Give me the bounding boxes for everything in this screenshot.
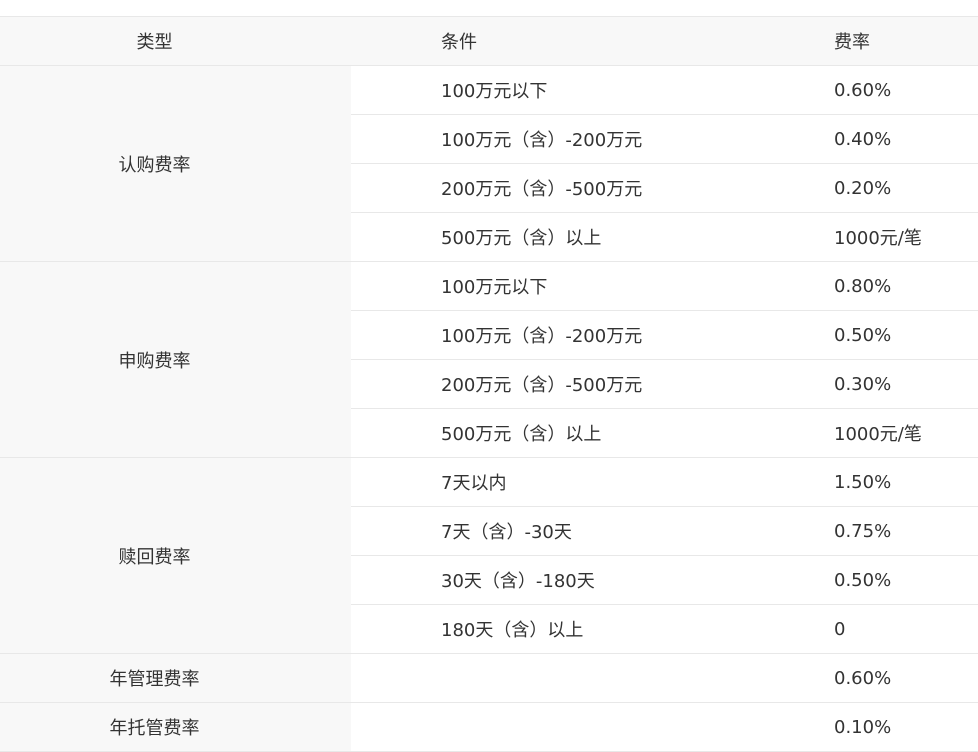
rate-cell: 0.40% — [744, 114, 978, 164]
fee-table-container: 类型 条件 费率 认购费率 100万元以下 0.60% 100万元（含）-200万元 0… — [0, 16, 978, 752]
rate-cell: 0.60% — [744, 65, 978, 115]
condition-cell: 100万元（含）-200万元 — [351, 114, 744, 164]
fee-type-cell: 年托管费率 — [0, 702, 351, 752]
condition-cell — [351, 653, 744, 703]
rate-cell: 0.50% — [744, 310, 978, 360]
condition-cell: 180天（含）以上 — [351, 604, 744, 654]
rate-cell: 0.30% — [744, 359, 978, 409]
table-row: 年管理费率 0.60% — [0, 653, 978, 703]
condition-cell: 100万元以下 — [351, 65, 744, 115]
condition-cell: 7天以内 — [351, 457, 744, 507]
table-row: 年托管费率 0.10% — [0, 702, 978, 752]
condition-cell: 100万元（含）-200万元 — [351, 310, 744, 360]
condition-cell: 200万元（含）-500万元 — [351, 163, 744, 213]
rate-cell: 1000元/笔 — [744, 408, 978, 458]
table-row: 认购费率 100万元以下 0.60% — [0, 65, 978, 262]
fee-type-cell: 认购费率 — [0, 65, 351, 262]
condition-cell: 7天（含）-30天 — [351, 506, 744, 556]
condition-cell: 500万元（含）以上 — [351, 212, 744, 262]
fee-type-cell: 赎回费率 — [0, 457, 351, 654]
condition-cell — [351, 702, 744, 752]
rate-cell: 0.50% — [744, 555, 978, 605]
table-header: 类型 条件 费率 — [0, 16, 978, 66]
header-type: 类型 — [0, 16, 351, 66]
rate-cell: 0 — [744, 604, 978, 654]
fee-table: 类型 条件 费率 认购费率 100万元以下 0.60% 100万元（含）-200万元 0… — [0, 16, 978, 752]
condition-cell: 100万元以下 — [351, 261, 744, 311]
condition-cell: 500万元（含）以上 — [351, 408, 744, 458]
condition-cell: 30天（含）-180天 — [351, 555, 744, 605]
table-row: 申购费率 100万元以下 0.80% — [0, 261, 978, 458]
rate-cell: 0.75% — [744, 506, 978, 556]
header-row: 类型 条件 费率 — [0, 16, 978, 66]
condition-cell: 200万元（含）-500万元 — [351, 359, 744, 409]
fee-type-cell: 申购费率 — [0, 261, 351, 458]
rate-cell: 1000元/笔 — [744, 212, 978, 262]
header-condition: 条件 — [351, 16, 744, 66]
header-rate: 费率 — [744, 16, 978, 66]
rate-cell: 0.60% — [744, 653, 978, 703]
rate-cell: 0.80% — [744, 261, 978, 311]
table-row: 赎回费率 7天以内 1.50% — [0, 457, 978, 654]
table-body: 认购费率 100万元以下 0.60% 100万元（含）-200万元 0.40% 200万元… — [0, 65, 978, 752]
rate-cell: 0.10% — [744, 702, 978, 752]
rate-cell: 1.50% — [744, 457, 978, 507]
rate-cell: 0.20% — [744, 163, 978, 213]
fee-type-cell: 年管理费率 — [0, 653, 351, 703]
